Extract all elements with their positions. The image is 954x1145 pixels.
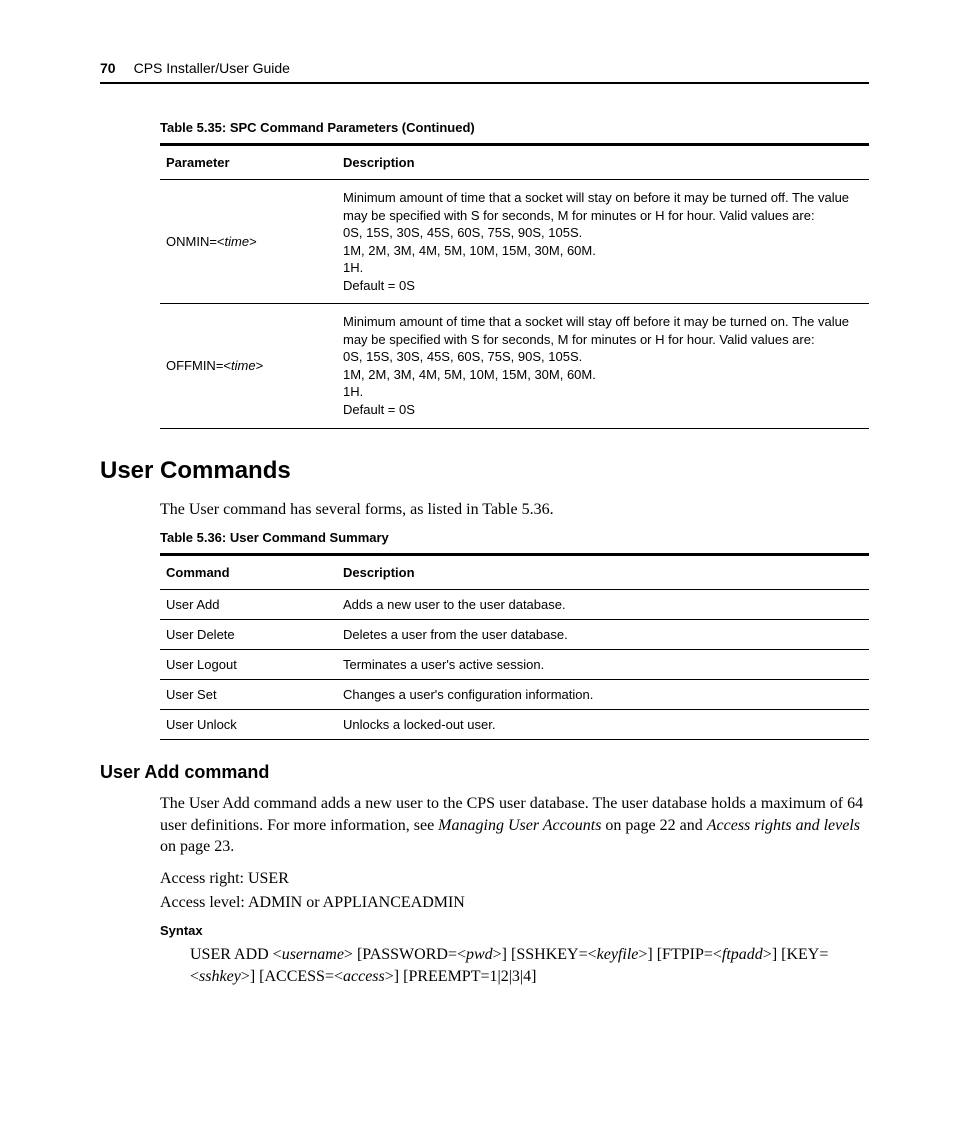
syntax-text: >] [FTPIP=<: [638, 946, 722, 963]
page-header: 70 CPS Installer/User Guide: [100, 60, 869, 76]
param-cell: OFFMIN=<time>: [160, 304, 337, 428]
para-ital: Managing User Accounts: [438, 817, 601, 834]
syntax-ital: pwd: [466, 946, 493, 963]
cmd-cell: User Add: [160, 590, 337, 620]
syntax-label: Syntax: [160, 923, 869, 938]
param-ital: time: [231, 358, 256, 373]
param-suffix: >: [249, 234, 257, 249]
desc-cell: Adds a new user to the user database.: [337, 590, 869, 620]
table-36-caption: Table 5.36: User Command Summary: [160, 530, 869, 545]
desc-cell: Minimum amount of time that a socket wil…: [337, 180, 869, 304]
para-ital: Access rights and levels: [707, 817, 860, 834]
desc-cell: Minimum amount of time that a socket wil…: [337, 304, 869, 428]
param-cell: ONMIN=<time>: [160, 180, 337, 304]
desc-line: 1H.: [343, 260, 363, 275]
desc-line: 1M, 2M, 3M, 4M, 5M, 10M, 15M, 30M, 60M.: [343, 367, 596, 382]
param-suffix: >: [256, 358, 264, 373]
desc-cell: Changes a user's configuration informati…: [337, 680, 869, 710]
param-ital: time: [225, 234, 250, 249]
syntax-ital: access: [343, 968, 385, 985]
cmd-cell: User Logout: [160, 650, 337, 680]
para-text: on page 22 and: [601, 817, 706, 834]
page-number: 70: [100, 60, 116, 76]
syntax-ital: sshkey: [199, 968, 241, 985]
syntax-text: >] [SSHKEY=<: [493, 946, 597, 963]
desc-line: Default = 0S: [343, 278, 415, 293]
desc-line: Minimum amount of time that a socket wil…: [343, 190, 849, 223]
syntax-text: >] [ACCESS=<: [241, 968, 343, 985]
cmd-cell: User Set: [160, 680, 337, 710]
access-level: Access level: ADMIN or APPLIANCEADMIN: [160, 892, 869, 914]
table-row: ONMIN=<time> Minimum amount of time that…: [160, 180, 869, 304]
desc-line: 0S, 15S, 30S, 45S, 60S, 75S, 90S, 105S.: [343, 225, 582, 240]
syntax-ital: username: [282, 946, 344, 963]
col-header-description: Description: [337, 555, 869, 590]
subsection-heading: User Add command: [100, 762, 869, 783]
desc-cell: Unlocks a locked-out user.: [337, 710, 869, 740]
table-35: Parameter Description ONMIN=<time> Minim…: [160, 143, 869, 429]
table-row: User Set Changes a user's configuration …: [160, 680, 869, 710]
table-36: Command Description User Add Adds a new …: [160, 553, 869, 740]
desc-line: 0S, 15S, 30S, 45S, 60S, 75S, 90S, 105S.: [343, 349, 582, 364]
syntax-text: >] [PREEMPT=1|2|3|4]: [385, 968, 537, 985]
access-right: Access right: USER: [160, 868, 869, 890]
cmd-cell: User Delete: [160, 620, 337, 650]
param-prefix: ONMIN=<: [166, 234, 225, 249]
useradd-para1: The User Add command adds a new user to …: [160, 793, 869, 858]
header-title: CPS Installer/User Guide: [134, 60, 290, 76]
col-header-command: Command: [160, 555, 337, 590]
table-row: User Unlock Unlocks a locked-out user.: [160, 710, 869, 740]
para-text: on page 23.: [160, 838, 234, 855]
section-intro: The User command has several forms, as l…: [160, 499, 869, 521]
desc-cell: Terminates a user's active session.: [337, 650, 869, 680]
syntax-text: > [PASSWORD=<: [344, 946, 466, 963]
table-row: User Add Adds a new user to the user dat…: [160, 590, 869, 620]
section-heading: User Commands: [100, 457, 869, 485]
syntax-text: USER ADD <: [190, 946, 282, 963]
table-35-caption: Table 5.35: SPC Command Parameters (Cont…: [160, 120, 869, 135]
desc-line: Default = 0S: [343, 402, 415, 417]
syntax-body: USER ADD <username> [PASSWORD=<pwd>] [SS…: [190, 944, 869, 987]
desc-line: 1M, 2M, 3M, 4M, 5M, 10M, 15M, 30M, 60M.: [343, 243, 596, 258]
table-row: User Delete Deletes a user from the user…: [160, 620, 869, 650]
col-header-description: Description: [337, 145, 869, 180]
desc-line: Minimum amount of time that a socket wil…: [343, 314, 849, 347]
syntax-ital: ftpadd: [722, 946, 763, 963]
param-prefix: OFFMIN=<: [166, 358, 231, 373]
table-row: OFFMIN=<time> Minimum amount of time tha…: [160, 304, 869, 428]
syntax-ital: keyfile: [597, 946, 639, 963]
header-rule: [100, 82, 869, 84]
cmd-cell: User Unlock: [160, 710, 337, 740]
desc-cell: Deletes a user from the user database.: [337, 620, 869, 650]
col-header-parameter: Parameter: [160, 145, 337, 180]
table-row: User Logout Terminates a user's active s…: [160, 650, 869, 680]
desc-line: 1H.: [343, 384, 363, 399]
